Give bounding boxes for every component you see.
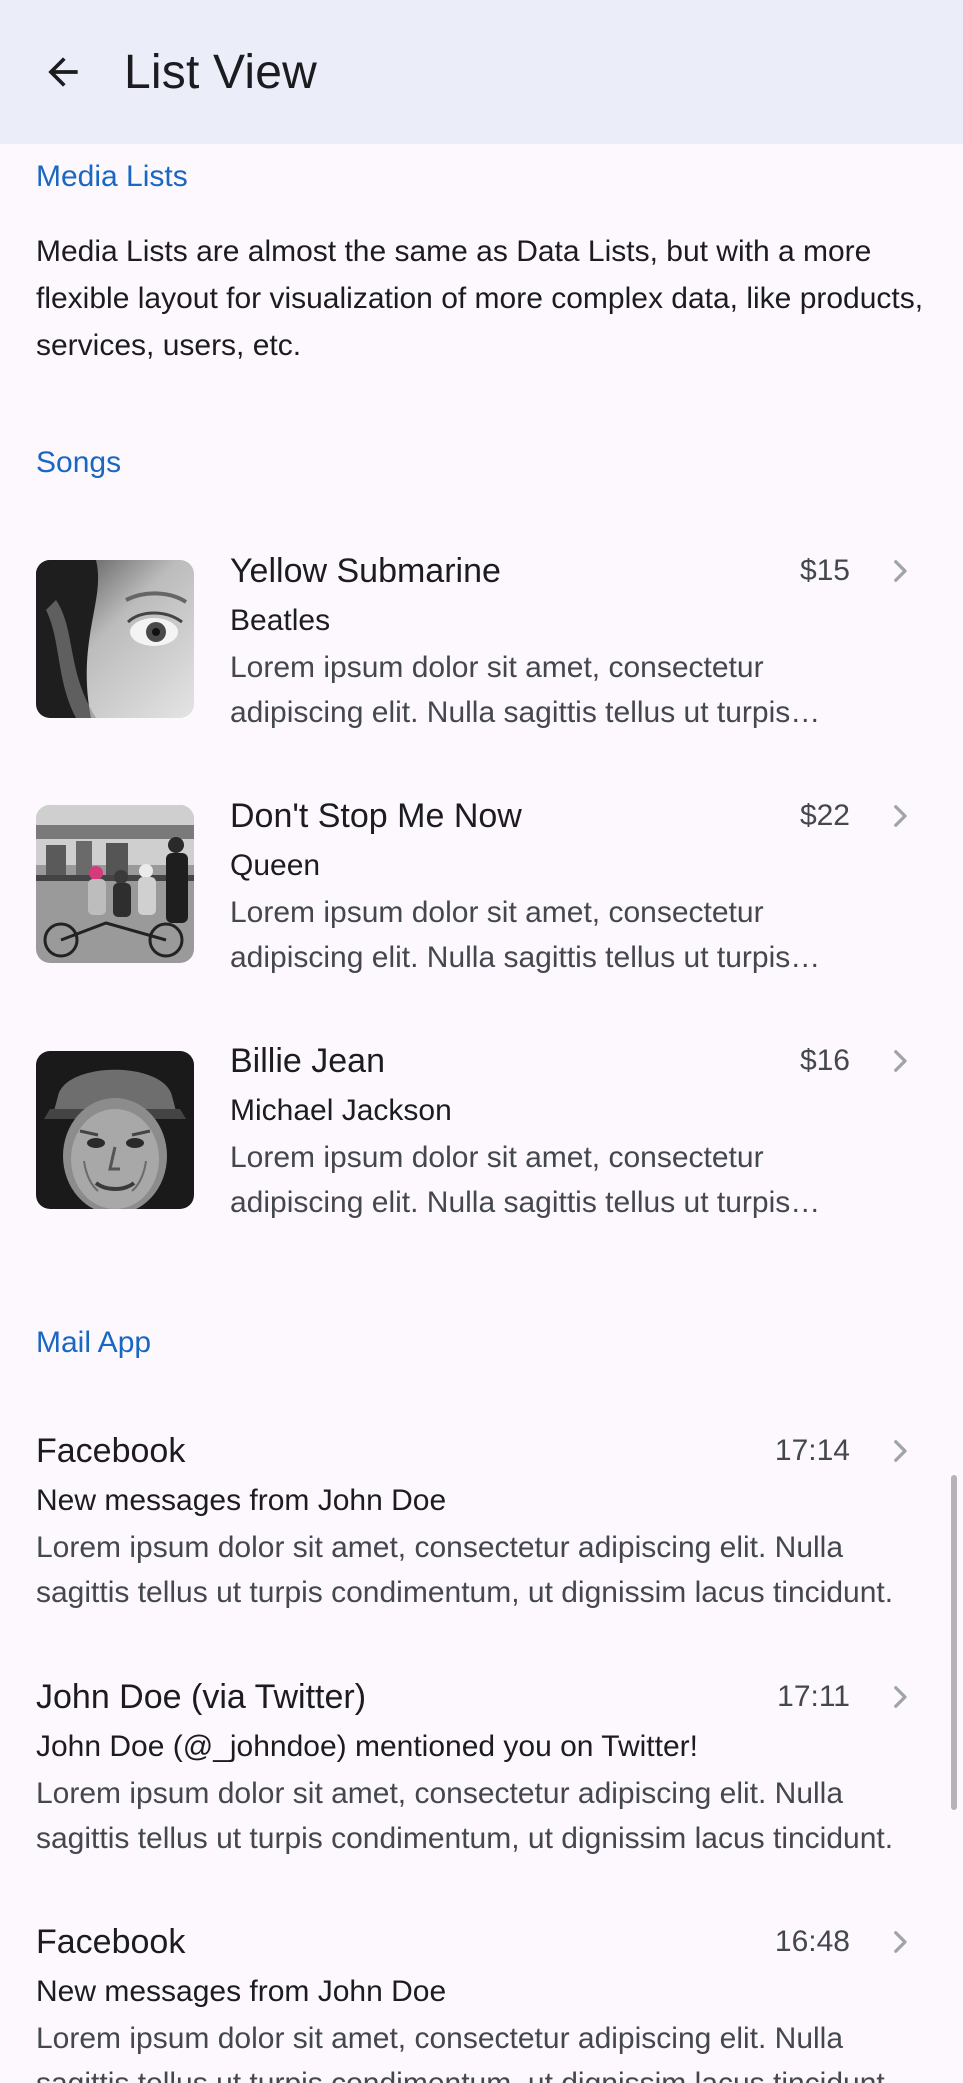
section-header-songs: Songs [36,446,122,479]
song-thumbnail-image [36,560,194,718]
mail-preview: Lorem ipsum dolor sit amet, consectetur … [36,1531,894,1609]
mail-list-item[interactable]: John Doe (via Twitter) 17:11 John Doe (@… [0,1656,963,1901]
song-price: $22 [799,799,850,832]
page-title: List View [124,45,318,99]
mail-list-item[interactable]: Facebook 16:48 New messages from John Do… [0,1901,963,2083]
chevron-right-icon [894,1440,907,1462]
song-thumbnail [36,1051,194,1209]
song-list-item[interactable]: Billie Jean $16 Michael Jackson Lorem ip… [0,1020,963,1265]
mail-list-item[interactable]: Facebook 17:14 New messages from John Do… [0,1410,963,1655]
back-button[interactable] [27,36,99,108]
chevron-right-icon [894,805,907,827]
song-description: Lorem ipsum dolor sit amet, consectetur … [230,896,791,974]
mail-sender: John Doe (via Twitter) [36,1678,367,1716]
section-header-media-lists: Media Lists [36,160,188,193]
mail-sender: Facebook [36,1432,186,1470]
song-title: Billie Jean [230,1042,385,1080]
song-title: Yellow Submarine [230,552,501,590]
song-artist: Beatles [230,604,331,637]
song-title: Don't Stop Me Now [230,797,522,835]
mail-time: 16:48 [774,1925,850,1958]
top-app-bar: List View [0,0,963,144]
mail-sender: Facebook [36,1923,186,1961]
list-view-page: List View Media Lists Media Lists are al… [0,0,963,2083]
mail-preview: Lorem ipsum dolor sit amet, consectetur … [36,1777,894,1855]
arrow-left-icon [48,57,78,87]
song-price: $15 [799,554,850,587]
mail-subject: John Doe (@_johndoe) mentioned you on Tw… [36,1730,698,1763]
song-list-item[interactable]: Yellow Submarine $15 Beatles Lorem ipsum… [0,530,963,775]
song-thumbnail [36,805,194,963]
song-description: Lorem ipsum dolor sit amet, consectetur … [230,1141,791,1219]
song-list-item[interactable]: Don't Stop Me Now $22 Queen Lorem ipsum … [0,775,963,1020]
mail-preview: Lorem ipsum dolor sit amet, consectetur … [36,2022,893,2083]
song-artist: Michael Jackson [230,1094,452,1127]
chevron-right-icon [894,1931,907,1953]
chevron-right-icon [894,1050,907,1072]
mail-subject: New messages from John Doe [36,1975,447,2008]
song-thumbnail [36,560,194,718]
song-artist: Queen [230,849,321,882]
media-lists-description: Media Lists are almost the same as Data … [36,235,924,362]
mail-subject: New messages from John Doe [36,1484,447,1517]
song-thumbnail-image [36,1051,194,1209]
mail-time: 17:11 [777,1680,850,1713]
chevron-right-icon [894,1686,907,1708]
section-header-mail-app: Mail App [36,1326,152,1359]
song-price: $16 [799,1044,850,1077]
song-description: Lorem ipsum dolor sit amet, consectetur … [230,651,791,729]
song-thumbnail-image [36,805,194,963]
mail-time: 17:14 [774,1434,850,1467]
chevron-right-icon [894,560,907,582]
scrollbar[interactable] [951,1475,957,1810]
